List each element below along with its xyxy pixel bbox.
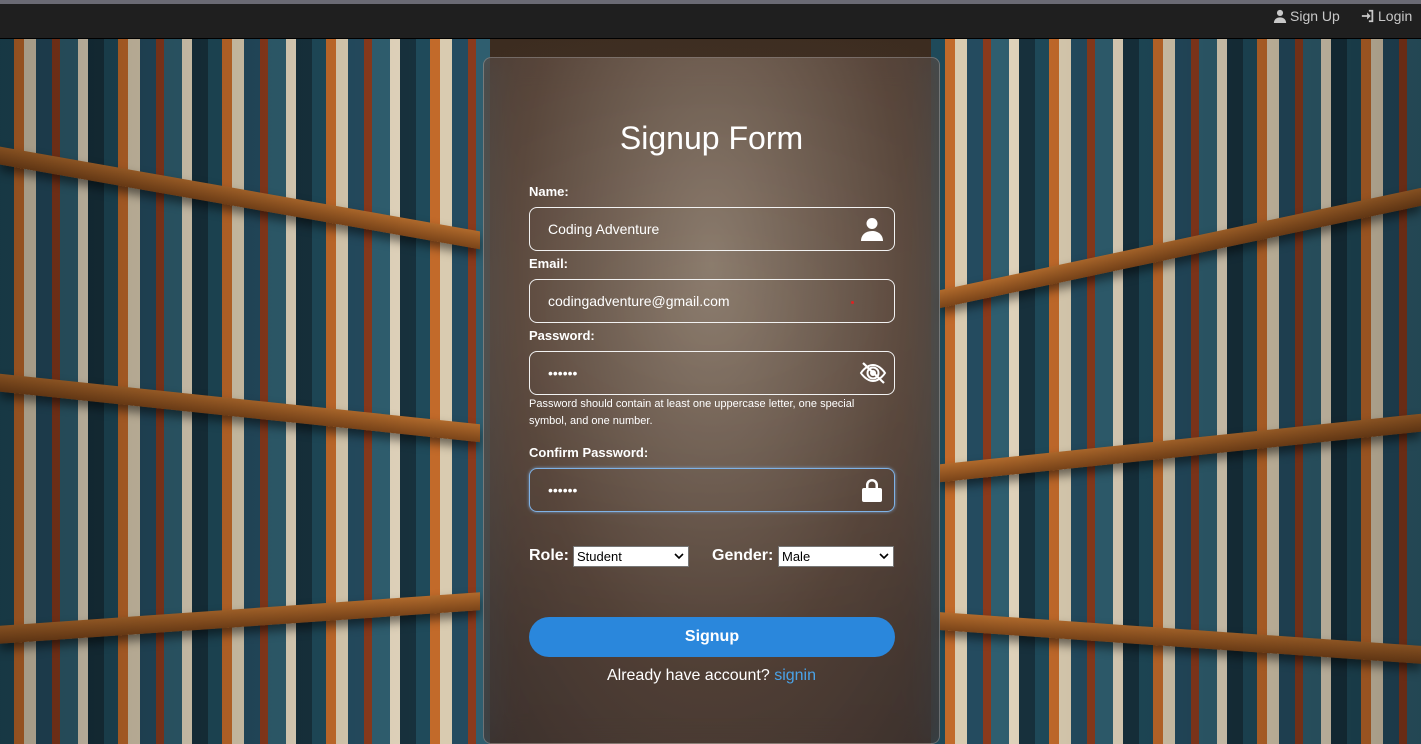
gender-label: Gender: — [712, 547, 774, 564]
lock-icon — [860, 478, 884, 502]
confirm-password-label: Confirm Password: — [529, 445, 649, 460]
password-label: Password: — [529, 328, 595, 343]
user-icon — [860, 217, 884, 241]
nav-signup-link[interactable]: Sign Up — [1273, 8, 1340, 24]
role-selected-value: Student — [577, 549, 622, 564]
password-hint: Password should contain at least one upp… — [529, 398, 855, 427]
chevron-down-icon — [674, 553, 684, 560]
signup-card: Signup Form Name: Coding Adventure Email… — [483, 57, 940, 744]
signup-button[interactable]: Signup — [529, 617, 895, 657]
password-value: •••••• — [548, 365, 578, 381]
signin-link[interactable]: signin — [774, 667, 816, 684]
name-label: Name: — [529, 184, 569, 199]
gender-select[interactable]: Male — [778, 546, 894, 567]
signin-prompt: Already have account? signin — [484, 667, 939, 685]
sign-in-icon — [1361, 9, 1374, 23]
confirm-password-field[interactable]: •••••• — [529, 468, 895, 512]
nav-signup-label: Sign Up — [1290, 8, 1340, 24]
email-label: Email: — [529, 256, 569, 271]
nav-login-link[interactable]: Login — [1361, 8, 1412, 24]
role-label: Role: — [529, 547, 569, 564]
top-navbar: Sign Up Login — [0, 0, 1421, 39]
user-icon — [1273, 9, 1287, 23]
password-field[interactable]: •••••• — [529, 351, 895, 395]
form-title: Signup Form — [619, 120, 804, 156]
email-value: codingadventure@gmail.com — [548, 293, 730, 309]
nav-login-label: Login — [1378, 8, 1413, 24]
chevron-down-icon — [879, 553, 889, 560]
confirm-password-value: •••••• — [548, 482, 578, 498]
eye-slash-icon[interactable] — [858, 361, 888, 385]
email-field[interactable]: codingadventure@gmail.com — [529, 279, 895, 323]
gender-selected-value: Male — [782, 549, 811, 564]
name-value: Coding Adventure — [548, 221, 660, 237]
role-select[interactable]: Student — [573, 546, 689, 567]
signin-prompt-text: Already have account? — [606, 667, 770, 684]
name-field[interactable]: Coding Adventure — [529, 207, 895, 251]
cursor-dot — [851, 301, 854, 304]
